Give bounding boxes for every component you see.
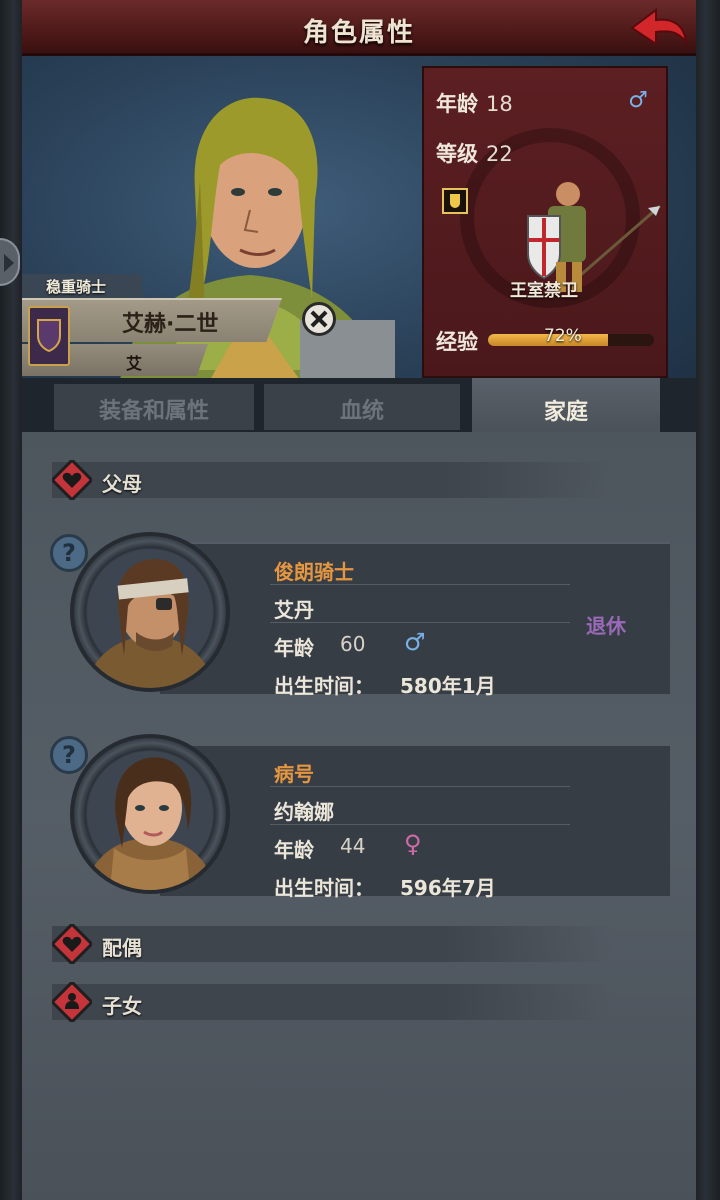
section-parents: 父母 [52, 460, 612, 500]
back-button[interactable] [628, 6, 688, 50]
house-name: 艾 [126, 354, 143, 373]
parent-title: 病号 [274, 762, 314, 786]
list-item[interactable]: ? 病号 约翰娜 年龄 44 ♀ 出生时间： 596年7月 [50, 734, 672, 900]
level-value: 22 [486, 142, 513, 166]
back-arrow-icon [630, 8, 688, 46]
house-crest[interactable] [28, 306, 70, 366]
age-value: 18 [486, 92, 513, 116]
avatar [70, 532, 230, 692]
list-item[interactable]: ? 俊朗骑士 艾丹 年龄 60 ♂ 出生时间： 580年1月 退休 [50, 532, 672, 698]
tab-bar: 装备和属性 血统 家庭 [22, 378, 696, 434]
section-children: 子女 [52, 982, 612, 1022]
close-button[interactable] [302, 302, 336, 336]
parent-birth-label: 出生时间： [274, 876, 374, 900]
tab-family[interactable]: 家庭 [472, 378, 660, 434]
divider [270, 786, 570, 787]
shield-icon [37, 319, 61, 352]
parent-name: 艾丹 [274, 598, 314, 622]
parent-name: 约翰娜 [274, 800, 334, 824]
parent-birth-value: 580年1月 [400, 674, 496, 698]
left-frame-edge [0, 0, 22, 1200]
father-portrait [84, 559, 216, 688]
help-question-icon[interactable]: ? [50, 534, 88, 572]
male-icon: ♂ [404, 628, 426, 656]
parent-age-label: 年龄 [274, 636, 314, 660]
help-question-icon[interactable]: ? [50, 736, 88, 774]
parent-birth-value: 596年7月 [400, 876, 496, 900]
section-spouse: 配偶 [52, 924, 612, 964]
exp-label: 经验 [436, 330, 478, 354]
character-name: 艾赫·二世 [122, 312, 219, 337]
exp-percent: 72% [544, 326, 582, 346]
page-title: 角色属性 [302, 18, 415, 48]
parent-age-value: 44 [340, 834, 366, 858]
header-bar: 角色属性 [22, 0, 696, 56]
right-frame-edge [696, 0, 720, 1200]
character-title-tag: 稳重骑士 [22, 274, 142, 298]
parent-age-label: 年龄 [274, 838, 314, 862]
tab-bloodline[interactable]: 血统 [264, 384, 460, 430]
female-icon: ♀ [404, 830, 422, 858]
section-parents-label: 父母 [102, 472, 142, 496]
parent-title: 俊朗骑士 [274, 560, 354, 584]
parent-age-value: 60 [340, 632, 366, 656]
mother-portrait [84, 757, 216, 890]
heart-icon [52, 924, 92, 964]
level-row: 等级 22 [436, 138, 513, 168]
status-badge: 退休 [586, 614, 626, 638]
tab-equipment[interactable]: 装备和属性 [54, 384, 254, 430]
male-icon: ♂ [628, 88, 648, 113]
child-icon [52, 982, 92, 1022]
section-spouse-label: 配偶 [102, 936, 142, 960]
unit-class-name: 王室禁卫 [510, 281, 578, 301]
family-panel: 父母 ? 俊朗骑士 艾丹 年龄 60 ♂ 出生时间： 580年1月 退休 ? 病… [22, 432, 696, 1200]
section-children-label: 子女 [102, 994, 142, 1018]
divider [270, 622, 570, 623]
info-panel: 年龄 18 ♂ 等级 22 王室禁卫 经验 72% [422, 66, 668, 378]
age-row: 年龄 18 [436, 88, 513, 118]
parent-birth-label: 出生时间： [274, 674, 374, 698]
age-label: 年龄 [436, 92, 478, 116]
level-label: 等级 [436, 142, 478, 166]
heart-icon [52, 460, 92, 500]
unit-class-badge-icon[interactable] [442, 188, 468, 214]
avatar [70, 734, 230, 894]
